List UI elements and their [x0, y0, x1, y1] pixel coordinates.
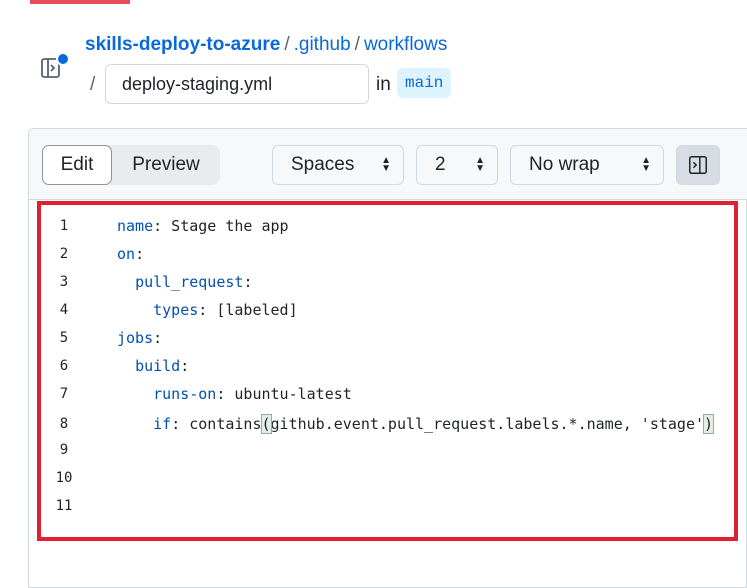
breadcrumb-github-link[interactable]: .github	[294, 34, 351, 55]
code-line: 1 name: Stage the app	[40, 212, 737, 240]
select-arrows-icon: ▲ ▼	[381, 155, 391, 174]
breadcrumb-workflows-link[interactable]: workflows	[364, 34, 447, 55]
matched-bracket: )	[703, 414, 715, 434]
code-text: build:	[135, 357, 190, 375]
code-line: 7 runs-on: ubuntu-latest	[40, 380, 737, 408]
yaml-key: on	[117, 245, 136, 263]
select-arrows-icon: ▲ ▼	[475, 155, 485, 174]
breadcrumb: skills-deploy-to-azure / .github / workflows	[85, 34, 447, 56]
code-line: 11	[40, 492, 737, 520]
line-number: 3	[59, 274, 69, 290]
edit-tab[interactable]: Edit	[42, 145, 112, 185]
wrap-mode-select[interactable]: No wrap ▲ ▼	[510, 145, 664, 185]
code-line: 9	[40, 436, 737, 464]
indent-size-value: 2	[435, 154, 446, 175]
code-text: name: Stage the app	[117, 217, 289, 235]
wrap-mode-value: No wrap	[529, 154, 600, 175]
top-accent-bar	[30, 0, 130, 4]
breadcrumb-separator: /	[90, 74, 96, 95]
filename-input[interactable]	[105, 64, 369, 104]
sidepanel-icon	[689, 156, 707, 174]
line-number: 1	[59, 218, 69, 234]
code-line: 4 types: [labeled]	[40, 296, 737, 324]
code-line: 8 if: contains(github.event.pull_request…	[40, 410, 737, 438]
yaml-key: if	[153, 415, 172, 433]
line-number: 8	[59, 416, 69, 432]
code-text: runs-on: ubuntu-latest	[153, 385, 352, 403]
notification-dot	[56, 52, 70, 66]
code-editor[interactable]: 1 name: Stage the app 2 on: 3 pull_request: 4…	[40, 204, 737, 542]
line-number: 2	[59, 246, 69, 262]
line-number: 5	[59, 330, 69, 346]
in-label: in	[376, 74, 391, 95]
code-line: 5 jobs:	[40, 324, 737, 352]
breadcrumb-separator: /	[284, 34, 290, 55]
breadcrumb-separator: /	[354, 34, 360, 55]
edit-preview-toggle: Edit Preview	[42, 145, 220, 185]
line-number: 7	[59, 386, 69, 402]
yaml-key: name	[117, 217, 154, 235]
line-number: 4	[59, 302, 69, 318]
yaml-key: jobs	[117, 329, 154, 347]
matched-bracket: (	[260, 414, 272, 434]
line-number: 11	[55, 498, 73, 514]
code-line: 3 pull_request:	[40, 268, 737, 296]
line-number: 9	[59, 442, 69, 458]
yaml-key: pull_request	[135, 273, 244, 291]
indent-mode-select[interactable]: Spaces ▲ ▼	[272, 145, 404, 185]
line-number: 6	[59, 358, 69, 374]
yaml-key: build	[135, 357, 181, 375]
sidepanel-toggle-button[interactable]	[676, 145, 720, 185]
select-arrows-icon: ▲ ▼	[641, 155, 651, 174]
code-text: if: contains(github.event.pull_request.l…	[153, 414, 715, 434]
breadcrumb-repo-link[interactable]: skills-deploy-to-azure	[85, 34, 280, 55]
code-line: 2 on:	[40, 240, 737, 268]
preview-tab[interactable]: Preview	[112, 145, 220, 185]
yaml-key: runs-on	[153, 385, 217, 403]
branch-badge[interactable]: main	[397, 68, 452, 98]
code-line: 6 build:	[40, 352, 737, 380]
code-text: jobs:	[117, 329, 163, 347]
code-text: on:	[117, 245, 145, 263]
code-line: 10	[40, 464, 737, 492]
yaml-key: types	[153, 301, 199, 319]
code-text: pull_request:	[135, 273, 253, 291]
code-text: types: [labeled]	[153, 301, 298, 319]
indent-size-select[interactable]: 2 ▲ ▼	[416, 145, 498, 185]
indent-mode-value: Spaces	[291, 154, 355, 175]
line-number: 10	[55, 470, 73, 486]
